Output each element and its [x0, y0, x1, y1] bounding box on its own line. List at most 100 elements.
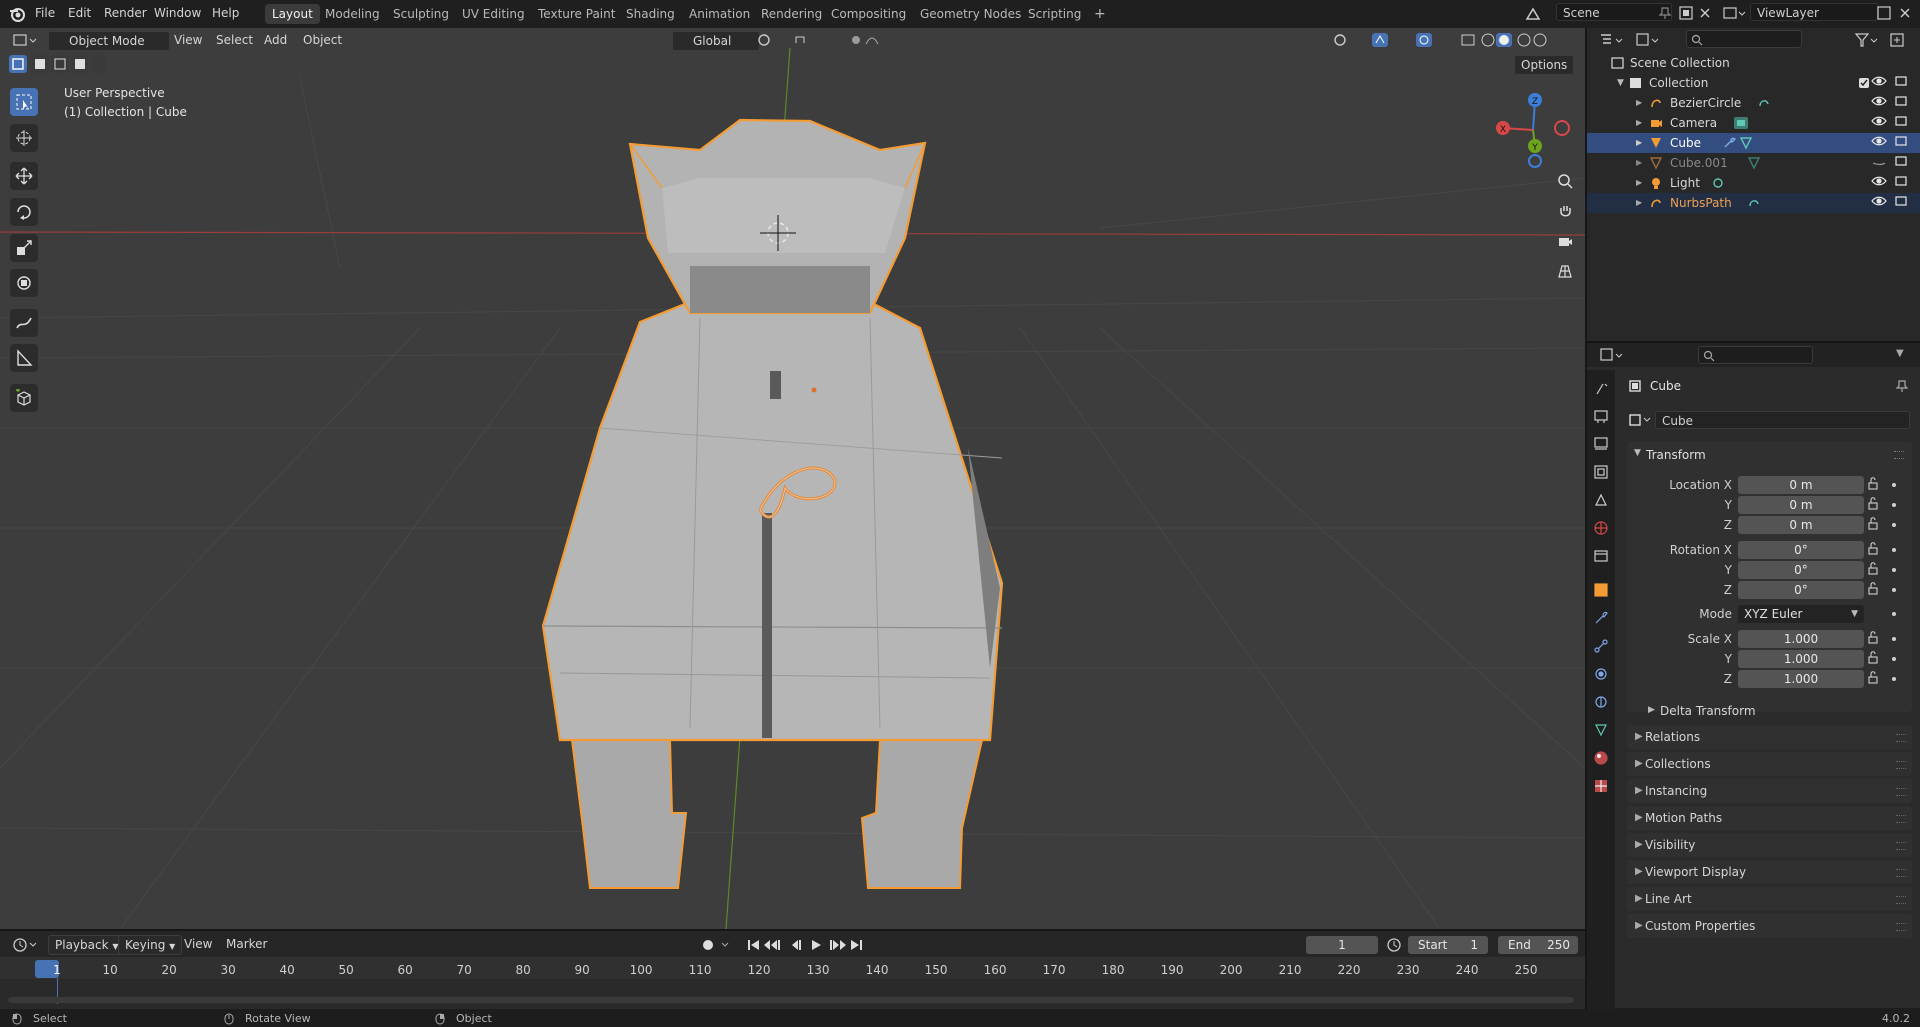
current-frame-field[interactable]: 1 [1306, 936, 1378, 954]
chevron-right-icon[interactable]: ▶ [1636, 153, 1642, 173]
section-custom-properties[interactable]: ▶ Custom Properties [1627, 914, 1912, 938]
section-relations[interactable]: ▶ Relations [1627, 725, 1912, 749]
new-view-layer-icon[interactable] [1876, 5, 1892, 21]
timeline-menu-view[interactable]: View [178, 935, 218, 953]
select-mode-buttons[interactable] [9, 55, 105, 73]
gizmo-overlay-icons[interactable] [1330, 32, 1410, 48]
menu-file[interactable]: File [35, 6, 55, 20]
new-scene-icon[interactable] [1678, 5, 1694, 21]
scale-x-field[interactable]: 1.000 [1738, 630, 1864, 648]
tab-scripting[interactable]: Scripting [1021, 4, 1088, 24]
camera-view-icon[interactable] [1552, 228, 1578, 254]
shading-mode-icons[interactable] [1412, 32, 1548, 48]
measure-tool[interactable] [10, 344, 38, 372]
checkbox-icon[interactable] [1858, 77, 1870, 89]
filter-icon[interactable] [1854, 31, 1880, 49]
section-motion-paths[interactable]: ▶ Motion Paths [1627, 806, 1912, 830]
tab-shading[interactable]: Shading [619, 4, 682, 24]
location-y-field[interactable]: 0 m [1738, 496, 1864, 514]
area-divider[interactable] [1585, 28, 1587, 1010]
playback-controls[interactable] [700, 937, 870, 953]
tab-texture-paint[interactable]: Texture Paint [531, 4, 622, 24]
view-layer-selector[interactable]: ViewLayer [1750, 3, 1878, 21]
section-visibility[interactable]: ▶ Visibility [1627, 833, 1912, 857]
section-instancing[interactable]: ▶ Instancing [1627, 779, 1912, 803]
editor-type-icon[interactable] [12, 31, 40, 49]
add-cube-tool[interactable] [10, 384, 38, 412]
chevron-right-icon[interactable]: ▶ [1636, 133, 1642, 153]
drag-handle-icon[interactable] [1896, 896, 1906, 904]
properties-editor-type-icon[interactable] [1598, 346, 1628, 364]
pin-icon[interactable] [1658, 6, 1672, 20]
rotation-mode-dropdown[interactable]: XYZ Euler ▼ [1738, 605, 1864, 623]
pin-icon[interactable] [1895, 379, 1909, 393]
tab-rendering[interactable]: Rendering [754, 4, 829, 24]
object-datablock-icon[interactable] [1628, 413, 1652, 427]
transform-panel-title[interactable]: Transform [1646, 448, 1706, 462]
pan-hand-icon[interactable] [1552, 198, 1578, 224]
end-frame-field[interactable]: End 250 [1498, 936, 1578, 954]
chevron-right-icon[interactable]: ▶ [1636, 173, 1642, 193]
drag-handle-icon[interactable] [1896, 842, 1906, 850]
3d-viewport[interactable]: User Perspective (1) Collection | Cube Z… [0, 28, 1585, 929]
chevron-right-icon[interactable]: ▶ [1648, 705, 1655, 715]
chevron-right-icon[interactable]: ▶ [1636, 93, 1642, 113]
scale-y-field[interactable]: 1.000 [1738, 650, 1864, 668]
tab-layout[interactable]: Layout [265, 4, 320, 24]
options-dropdown[interactable]: Options [1514, 55, 1575, 75]
timeline-scrollbar[interactable] [8, 997, 1574, 1003]
section-line-art[interactable]: ▶ Line Art [1627, 887, 1912, 911]
navigation-gizmo[interactable]: Z X Y [1490, 88, 1570, 168]
chevron-down-icon[interactable]: ▼ [1896, 348, 1904, 359]
visibility-toggles[interactable] [1870, 75, 1910, 215]
perspective-toggle-icon[interactable] [1552, 258, 1578, 284]
transform-orientation-dropdown[interactable]: Global [672, 31, 760, 51]
properties-tab-icons[interactable] [1593, 380, 1611, 820]
location-x-field[interactable]: 0 m [1738, 476, 1864, 494]
tab-uv-editing[interactable]: UV Editing [455, 4, 532, 24]
lock-and-keyframe-icons[interactable] [1866, 476, 1906, 691]
move-tool[interactable] [10, 162, 38, 190]
transform-tool[interactable] [10, 269, 38, 297]
close-view-layer-icon[interactable] [1898, 6, 1912, 20]
outliner-editor-type-icon[interactable] [1598, 31, 1628, 49]
chevron-down-icon[interactable]: ▼ [1617, 73, 1624, 93]
tab-modeling[interactable]: Modeling [318, 4, 387, 24]
rotate-tool[interactable] [10, 198, 38, 226]
drag-handle-icon[interactable] [1896, 788, 1906, 796]
add-workspace-button[interactable]: + [1087, 4, 1113, 24]
section-collections[interactable]: ▶ Collections [1627, 752, 1912, 776]
drag-handle-icon[interactable] [1896, 761, 1906, 769]
start-frame-field[interactable]: Start 1 [1408, 936, 1488, 954]
new-collection-icon[interactable] [1888, 31, 1906, 49]
location-z-field[interactable]: 0 m [1738, 516, 1864, 534]
object-name-field[interactable]: Cube [1655, 411, 1910, 429]
menu-help[interactable]: Help [212, 6, 239, 20]
area-divider[interactable] [0, 929, 1585, 931]
menu-select[interactable]: Select [210, 31, 259, 49]
keying-dropdown[interactable]: Keying ▼ [118, 935, 183, 955]
preview-range-clock-icon[interactable] [1386, 937, 1402, 953]
scene-selector[interactable]: Scene [1556, 3, 1672, 21]
blender-logo-icon[interactable] [8, 5, 26, 23]
menu-edit[interactable]: Edit [68, 6, 91, 20]
menu-view[interactable]: View [168, 31, 208, 49]
rotation-x-field[interactable]: 0° [1738, 541, 1864, 559]
timeline-menu-marker[interactable]: Marker [220, 935, 273, 953]
section-viewport-display[interactable]: ▶ Viewport Display [1627, 860, 1912, 884]
chevron-right-icon[interactable]: ▶ [1636, 113, 1642, 133]
drag-handle-icon[interactable] [1896, 923, 1906, 931]
viewport-scene[interactable] [0, 28, 1585, 929]
cursor-tool[interactable] [10, 124, 38, 152]
outliner-search-input[interactable] [1686, 30, 1802, 48]
mode-dropdown[interactable]: Object Mode [48, 31, 170, 51]
drag-handle-icon[interactable] [1896, 869, 1906, 877]
tab-sculpting[interactable]: Sculpting [386, 4, 456, 24]
zoom-icon[interactable] [1552, 168, 1578, 194]
properties-search-input[interactable] [1698, 346, 1813, 364]
close-scene-icon[interactable] [1698, 6, 1712, 20]
menu-window[interactable]: Window [154, 6, 201, 20]
drag-handle-icon[interactable] [1896, 815, 1906, 823]
view-layer-icon[interactable] [1722, 5, 1746, 21]
menu-render[interactable]: Render [104, 6, 147, 20]
